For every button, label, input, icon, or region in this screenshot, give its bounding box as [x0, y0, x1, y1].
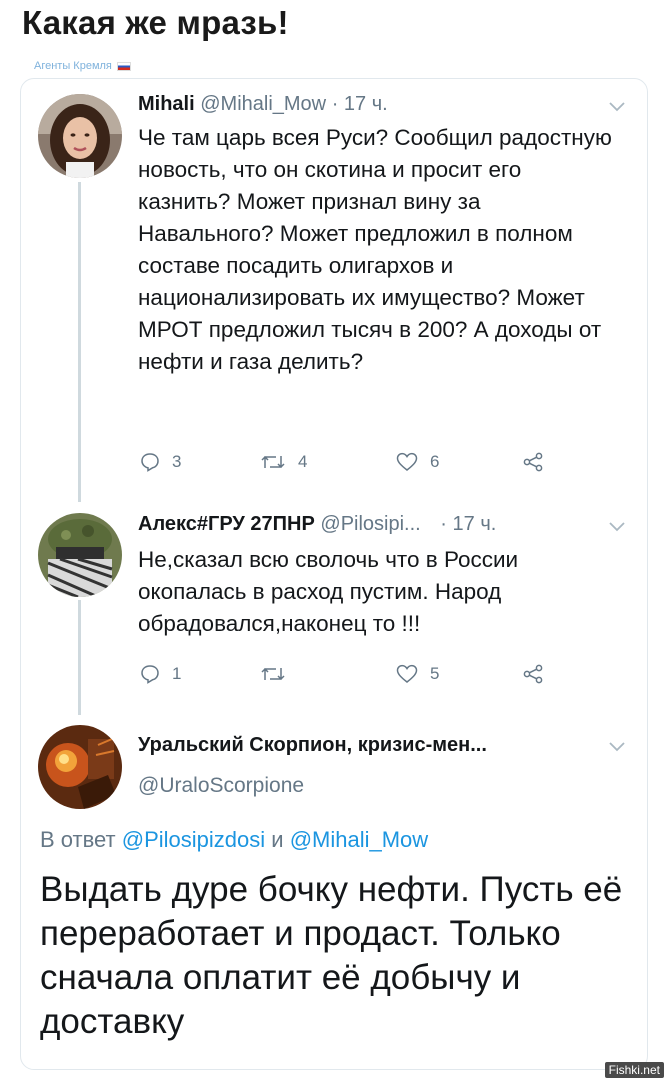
- reply-icon: [141, 665, 159, 684]
- retweet-count: 4: [298, 452, 308, 471]
- like-count: 6: [430, 452, 440, 471]
- reply-count: 1: [172, 664, 182, 683]
- retweet-icon: [261, 667, 285, 681]
- avatar-aleks[interactable]: [38, 513, 122, 597]
- chevron-down-icon[interactable]: [607, 100, 627, 114]
- reply-count: 3: [172, 452, 182, 471]
- like-icon: [396, 452, 418, 471]
- author-handle[interactable]: @UraloScorpione: [138, 774, 304, 797]
- thread-line: [78, 600, 81, 715]
- avatar-mihali[interactable]: [38, 94, 122, 178]
- tweet-header: Mihali @Mihali_Mow · 17 ч.: [138, 93, 388, 116]
- mention-link[interactable]: @Pilosipizdosi: [122, 827, 265, 852]
- page-title: Какая же мразь!: [22, 4, 289, 41]
- author-name[interactable]: Уральский Скорпион, кризис-мен...: [138, 734, 487, 756]
- source-line[interactable]: Агенты Кремля: [34, 60, 131, 72]
- reply-prefix: В ответ: [40, 827, 116, 852]
- like-icon: [396, 664, 418, 683]
- reply-button[interactable]: 3: [140, 452, 181, 472]
- author-handle[interactable]: @Pilosipi...: [320, 513, 420, 535]
- mention-link[interactable]: @Mihali_Mow: [290, 827, 428, 852]
- share-button[interactable]: [522, 452, 544, 472]
- share-icon: [523, 664, 543, 684]
- russia-flag-icon: [116, 61, 131, 71]
- author-name[interactable]: Mihali: [138, 93, 195, 115]
- share-button[interactable]: [522, 664, 544, 684]
- like-button[interactable]: 6: [396, 452, 439, 472]
- chevron-down-icon[interactable]: [607, 520, 627, 534]
- retweet-button[interactable]: [260, 664, 298, 684]
- author-handle[interactable]: @Mihali_Mow: [200, 93, 326, 115]
- chevron-down-icon[interactable]: [607, 740, 627, 754]
- tweet-actions: 3 4 6: [140, 452, 560, 480]
- like-button[interactable]: 5: [396, 664, 439, 684]
- tweet-handle-line: @UraloScorpione: [138, 774, 304, 798]
- tweet-time[interactable]: · 17 ч.: [440, 513, 496, 535]
- tweet-header: Алекс#ГРУ 27ПНР @Pilosipi... · 17 ч.: [138, 513, 496, 536]
- avatar-uralo-scorpione[interactable]: [38, 725, 122, 809]
- tweet-header: Уральский Скорпион, кризис-мен...: [138, 734, 487, 757]
- tweet-text: Че там царь всея Руси? Сообщил радостную…: [138, 125, 612, 374]
- like-count: 5: [430, 664, 440, 683]
- focused-tweet-text: Выдать дуре бочку нефти. Пусть её перера…: [40, 870, 623, 1041]
- author-name[interactable]: Алекс#ГРУ 27ПНР: [138, 513, 315, 535]
- tweet-time[interactable]: · 17 ч.: [332, 93, 388, 115]
- reply-context: В ответ @Pilosipizdosi и @Mihali_Mow: [40, 827, 428, 853]
- tweet-text: Не,сказал всю сволочь что в России окопа…: [138, 547, 519, 636]
- reply-conjunction: и: [271, 827, 284, 852]
- thread-line: [78, 182, 81, 502]
- retweet-icon: [261, 455, 285, 469]
- retweet-button[interactable]: 4: [260, 452, 307, 472]
- tweet-actions: 1 5: [140, 664, 560, 692]
- share-icon: [523, 452, 543, 472]
- reply-button[interactable]: 1: [140, 664, 181, 684]
- reply-icon: [141, 453, 159, 472]
- watermark-label: Fishki.net: [604, 1062, 664, 1078]
- source-label: Агенты Кремля: [34, 60, 112, 72]
